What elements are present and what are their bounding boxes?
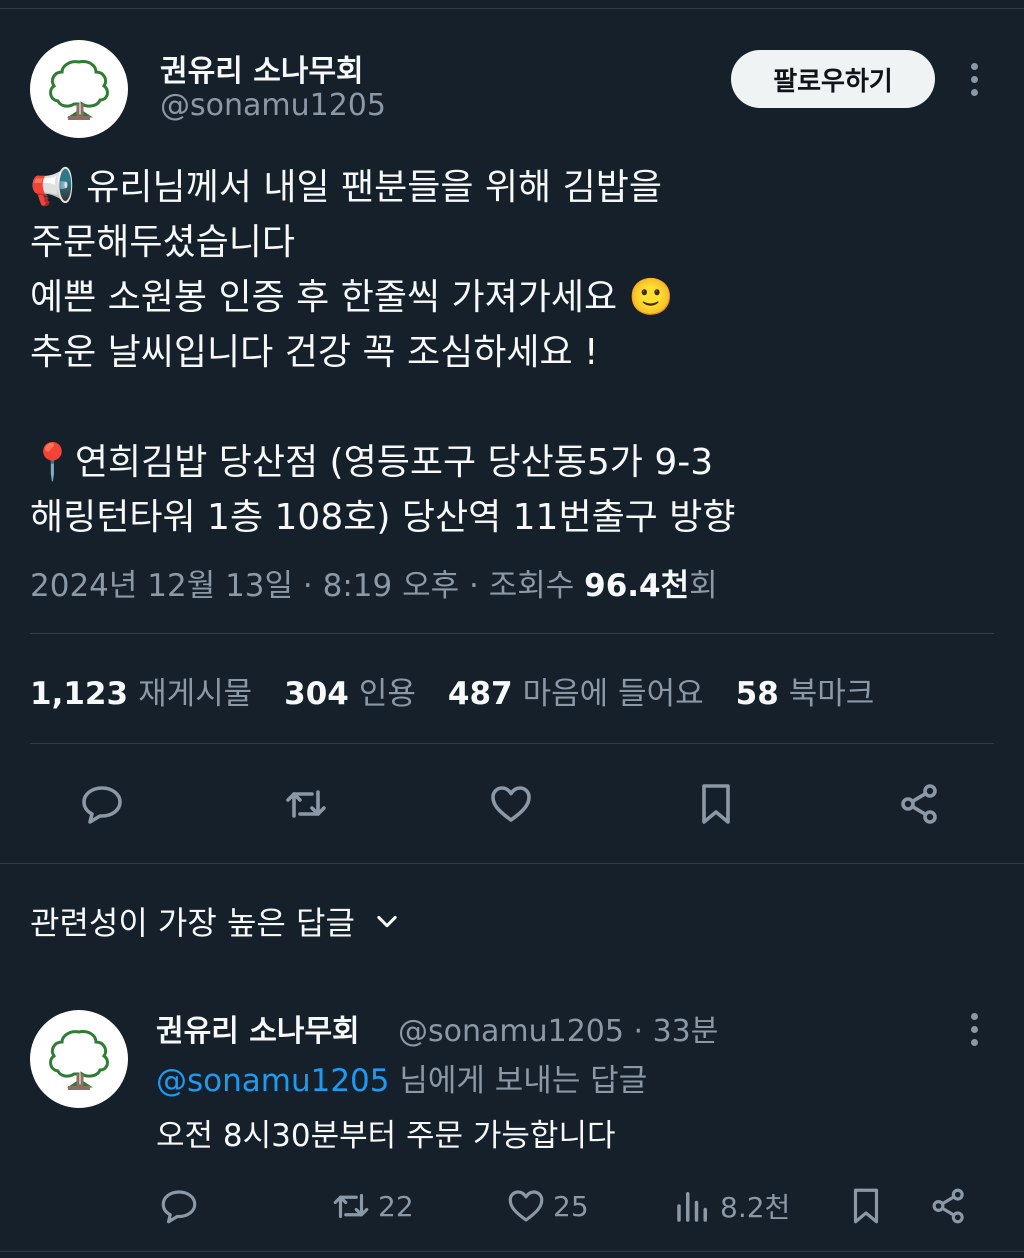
author-avatar[interactable] [30, 40, 128, 138]
heart-icon [491, 786, 531, 822]
reply-author-avatar[interactable] [30, 1010, 128, 1108]
tweet-line: 주문해두셨습니다 [30, 215, 990, 270]
reposts-label: 재게시물 [138, 676, 253, 712]
reply-to-suffix: 님에게 보내는 답글 [399, 1063, 648, 1099]
tweet-line-text: 예쁜 소원봉 인증 후 한줄씩 가져가세요 [30, 277, 618, 318]
megaphone-icon: 📢 [30, 167, 75, 208]
retweet-button[interactable] [280, 778, 332, 830]
analytics-icon [677, 1192, 707, 1222]
replies-sort-dropdown[interactable]: 관련성이 가장 높은 답글 [30, 898, 401, 944]
reposts-count: 1,123 [30, 676, 129, 712]
bookmarks-stat[interactable]: 58 북마크 [736, 668, 875, 713]
reply-share-button[interactable] [928, 1182, 970, 1230]
tweet-line-text: 추운 날씨입니다 건강 꼭 조심하세요 ! [30, 332, 599, 373]
tree-icon [49, 1030, 109, 1090]
tweet-line: 예쁜 소원봉 인증 후 한줄씩 가져가세요 🙂 [30, 270, 990, 325]
reply-more-options-icon[interactable] [964, 1009, 984, 1049]
quotes-stat[interactable]: 304 인용 [284, 668, 416, 713]
tweet-time[interactable]: 8:19 오후 [323, 568, 460, 604]
share-icon [901, 784, 937, 824]
reply-text: 오전 8시30분부터 주문 가능합니다 [156, 1118, 616, 1154]
quotes-count: 304 [284, 676, 349, 712]
smile-icon: 🙂 [628, 277, 674, 318]
retweet-icon [333, 1193, 369, 1219]
reply-icon [82, 786, 122, 824]
reply-like-count: 25 [553, 1189, 589, 1223]
likes-label: 마음에 들어요 [522, 676, 704, 712]
reply-button[interactable] [76, 778, 128, 830]
likes-stat[interactable]: 487 마음에 들어요 [448, 668, 704, 713]
follow-button[interactable]: 팔로우하기 [731, 50, 935, 108]
replies-sort-label: 관련성이 가장 높은 답글 [30, 904, 355, 942]
reply-to-mention[interactable]: @sonamu1205 [156, 1063, 390, 1099]
bookmarks-count: 58 [735, 676, 779, 712]
reply-retweet-count: 22 [378, 1189, 414, 1223]
retweet-icon [286, 790, 326, 818]
section-divider [0, 863, 1024, 864]
bookmarks-label: 북마크 [788, 676, 875, 712]
quotes-label: 인용 [358, 676, 416, 712]
reply-handle-row: @sonamu1205 · 33분 [398, 1014, 719, 1049]
reposts-stat[interactable]: 1,123 재게시물 [30, 668, 252, 713]
likes-count: 487 [447, 676, 513, 712]
tweet-line: 📢 유리님께서 내일 팬분들을 위해 김밥을 [30, 160, 990, 215]
reply-icon [161, 1190, 197, 1224]
tweet-line: 해링턴타워 1층 108호) 당산역 11번출구 방향 [30, 490, 990, 545]
tweet-stats: 1,123 재게시물 304 인용 487 마음에 들어요 58 북마크 [30, 668, 906, 713]
pin-icon: 📍 [30, 442, 75, 483]
bottom-divider [0, 1251, 1024, 1252]
tweet-meta: 2024년 12월 13일 · 8:19 오후 · 조회수 96.4천회 [30, 568, 718, 604]
tweet-text: 📢 유리님께서 내일 팬분들을 위해 김밥을 주문해두셨습니다 예쁜 소원봉 인… [30, 160, 990, 545]
reply-like-button[interactable]: 25 [505, 1182, 589, 1230]
tweet-line: 추운 날씨입니다 건강 꼭 조심하세요 ! [30, 325, 990, 380]
tweet-line-text: 해링턴타워 1층 108호) 당산역 11번출구 방향 [30, 497, 736, 538]
bookmark-button[interactable] [690, 778, 742, 830]
author-name[interactable]: 권유리 소나무회 [160, 46, 364, 90]
share-icon [932, 1188, 964, 1224]
reply-time[interactable]: 33분 [653, 1014, 719, 1049]
reply-views-button[interactable]: 8.2천 [672, 1182, 790, 1230]
tweet-line-text: 유리님께서 내일 팬분들을 위해 김밥을 [86, 167, 662, 208]
tweet-line-text: 연희김밥 당산점 (영등포구 당산동5가 9-3 [74, 442, 714, 483]
reply-author-name[interactable]: 권유리 소나무회 [156, 1006, 360, 1050]
reply-handle[interactable]: @sonamu1205 [398, 1014, 624, 1049]
more-options-icon[interactable] [964, 59, 984, 99]
share-button[interactable] [894, 778, 946, 830]
divider [30, 743, 994, 744]
bookmark-icon [853, 1188, 879, 1224]
tweet-detail-page: 권유리 소나무회 @sonamu1205 팔로우하기 📢 유리님께서 내일 팬분… [0, 0, 1024, 1258]
reply-views-count: 8.2천 [720, 1191, 791, 1224]
tweet-line: 📍 연희김밥 당산점 (영등포구 당산동5가 9-3 [30, 435, 990, 490]
reply-bookmark-button[interactable] [845, 1182, 887, 1230]
bookmark-icon [702, 784, 730, 824]
tweet-date[interactable]: 2024년 12월 13일 [30, 568, 293, 604]
chevron-down-icon [377, 915, 397, 928]
divider [30, 633, 994, 634]
reply-retweet-button[interactable]: 22 [330, 1182, 414, 1230]
top-divider [0, 8, 1024, 9]
author-handle[interactable]: @sonamu1205 [160, 88, 386, 123]
like-button[interactable] [485, 778, 537, 830]
views-label: 조회수 [488, 568, 575, 604]
reply-to-line: @sonamu1205 님에게 보내는 답글 [156, 1055, 647, 1100]
views-count: 96.4천 [584, 568, 690, 604]
tweet-line-text: 주문해두셨습니다 [30, 222, 295, 263]
reply-reply-button[interactable] [158, 1182, 200, 1230]
tree-icon [49, 60, 109, 120]
views-suffix: 회 [689, 568, 718, 604]
heart-icon [508, 1190, 544, 1222]
